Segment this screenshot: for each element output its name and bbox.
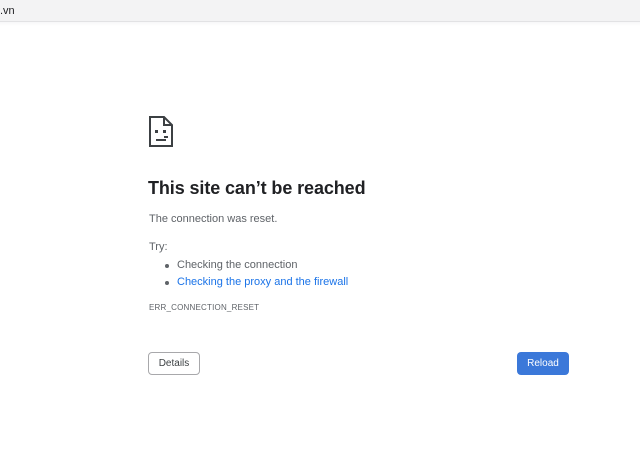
error-subtitle: The connection was reset. xyxy=(149,213,278,225)
suggestion-item: Checking the connection xyxy=(149,257,348,274)
reload-button[interactable]: Reload xyxy=(517,352,569,375)
toolbar-divider xyxy=(0,22,640,26)
error-code: ERR_CONNECTION_RESET xyxy=(149,303,260,312)
suggestion-check-connection: Checking the connection xyxy=(177,259,298,271)
address-url[interactable]: .vn xyxy=(0,5,15,17)
error-title: This site can’t be reached xyxy=(148,178,366,198)
suggestion-item: Checking the proxy and the firewall xyxy=(149,274,348,291)
address-bar[interactable]: .vn xyxy=(0,0,640,22)
suggestion-list: Checking the connection Checking the pro… xyxy=(149,257,348,291)
details-button[interactable]: Details xyxy=(148,352,200,375)
bullet-icon xyxy=(165,281,169,285)
sad-document-icon xyxy=(149,116,173,147)
bullet-icon xyxy=(165,264,169,268)
try-label: Try: xyxy=(149,241,168,253)
suggestion-proxy-firewall-link[interactable]: Checking the proxy and the firewall xyxy=(177,276,348,288)
